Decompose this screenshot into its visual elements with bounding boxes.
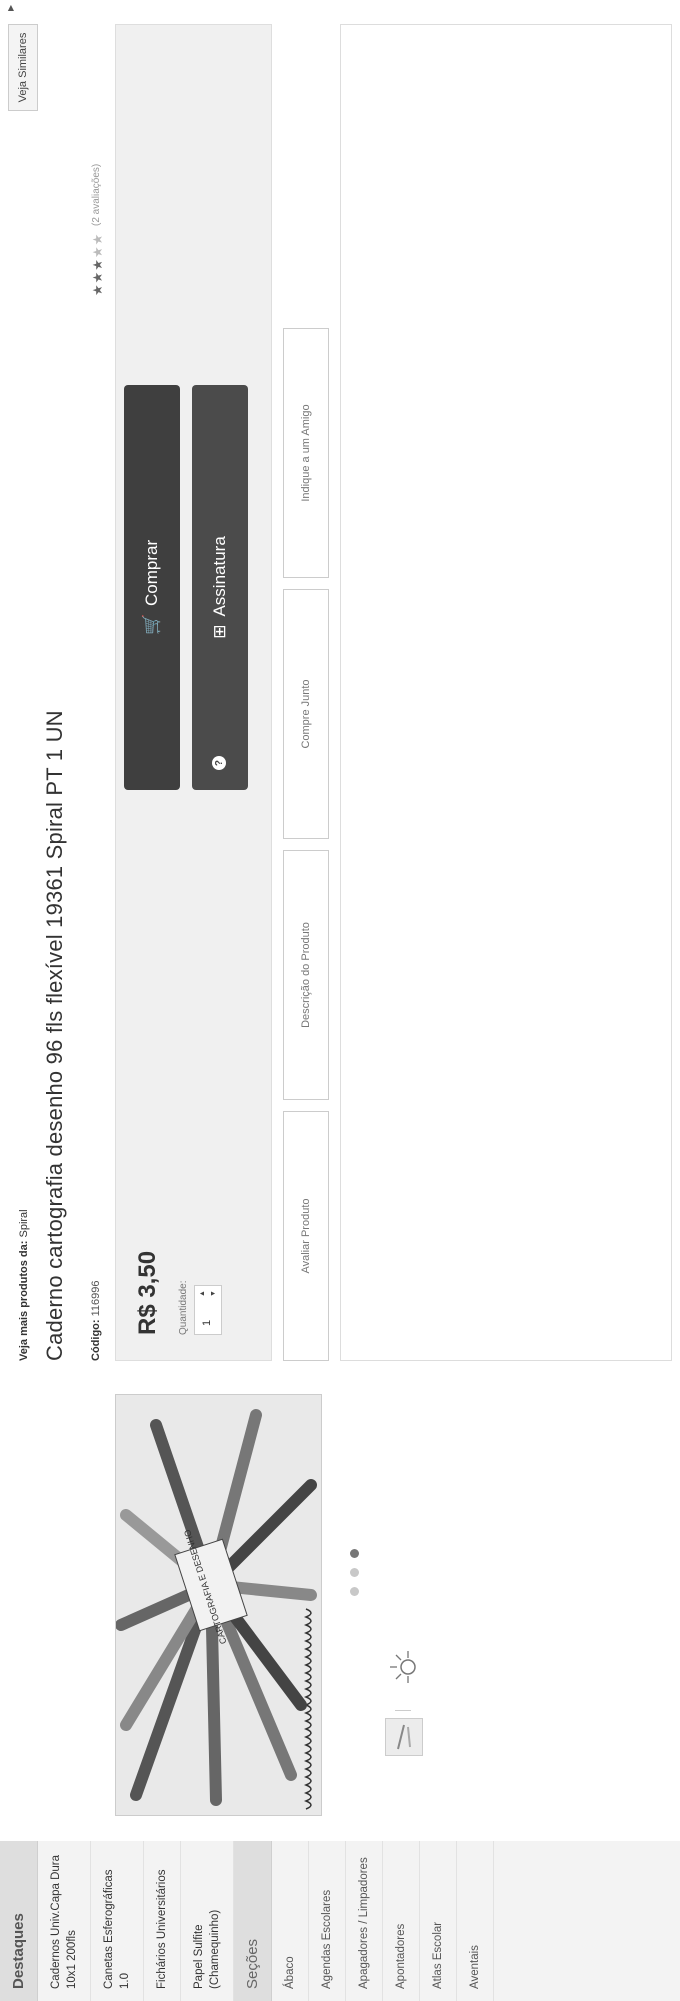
product-gallery: CARTOGRAFIA E DESENHO bbox=[0, 1394, 680, 1841]
sun-logo-icon bbox=[385, 1648, 423, 1686]
help-icon[interactable]: ? bbox=[212, 756, 226, 770]
cart-icon: 🛒 bbox=[142, 613, 161, 636]
quantity-value: 1 bbox=[201, 1319, 213, 1326]
price: R$ 3,50 bbox=[134, 1250, 161, 1335]
subscription-button[interactable]: ⊞ Assinatura bbox=[192, 385, 248, 790]
brand-prefix: Veja mais produtos da: bbox=[18, 1240, 30, 1361]
secao-item[interactable]: Aventais bbox=[457, 1841, 494, 2001]
thumbnail[interactable] bbox=[385, 1718, 423, 1756]
tab-descricao-produto[interactable]: Descrição do Produto bbox=[283, 850, 329, 1100]
brand-link[interactable]: Spiral bbox=[18, 1209, 30, 1237]
star-icon: ★ bbox=[90, 232, 105, 246]
star-icon: ★ bbox=[90, 270, 105, 284]
tab-avaliar-produto[interactable]: Avaliar Produto bbox=[283, 1111, 329, 1361]
quantity-stepper[interactable]: 1 ▲ ▼ bbox=[194, 1285, 222, 1335]
star-icon: ★ bbox=[90, 283, 105, 296]
code-value: 116996 bbox=[90, 1280, 102, 1317]
secao-item[interactable]: Apagadores / Limpadores bbox=[346, 1841, 383, 2001]
gallery-dot[interactable] bbox=[350, 1587, 359, 1596]
scroll-arrow-icon[interactable]: ▶ bbox=[6, 5, 15, 11]
gallery-dot-active[interactable] bbox=[350, 1549, 359, 1558]
brand-line: Veja mais produtos da: Spiral bbox=[18, 1209, 30, 1361]
similar-button[interactable]: Veja Similares bbox=[8, 24, 38, 111]
product-code: Código: 116996 bbox=[90, 1281, 102, 1362]
buy-button[interactable]: 🛒 Comprar bbox=[124, 385, 180, 790]
gallery-dots bbox=[350, 1549, 359, 1596]
buy-button-label: Comprar bbox=[142, 539, 161, 606]
notebook-cover-illustration: CARTOGRAFIA E DESENHO bbox=[115, 1395, 321, 1815]
thumbnail-separator bbox=[395, 1710, 411, 1711]
secao-item[interactable]: Agendas Escolares bbox=[309, 1841, 346, 2001]
tab-panel bbox=[340, 24, 672, 1361]
secoes-heading: Seções bbox=[234, 1841, 272, 2001]
tab-compre-junto[interactable]: Compre Junto bbox=[283, 589, 329, 839]
product-image[interactable]: CARTOGRAFIA E DESENHO bbox=[115, 1394, 322, 1816]
plus-box-icon: ⊞ bbox=[210, 624, 229, 639]
thumbnail-image bbox=[397, 1724, 411, 1750]
subscription-button-label: Assinatura bbox=[210, 536, 229, 617]
sidebar: Destaques Cadernos Univ.Capa Dura 10x1 2… bbox=[0, 1840, 680, 2001]
gallery-dot[interactable] bbox=[350, 1568, 359, 1577]
secao-item[interactable]: Apontadores bbox=[383, 1841, 420, 2001]
buy-box: R$ 3,50 Quantidade: 1 ▲ ▼ 🛒 Comprar ⊞ As… bbox=[115, 24, 272, 1361]
product-title: Caderno cartografia desenho 96 fls flexí… bbox=[42, 710, 67, 1361]
product-tabs: Avaliar Produto Descrição do Produto Com… bbox=[283, 328, 329, 1361]
destaque-item[interactable]: Canetas Esferográficas 1.0 bbox=[91, 1841, 144, 2001]
reviews-count[interactable]: (2 avaliações) bbox=[91, 164, 102, 226]
destaques-heading: Destaques bbox=[0, 1841, 38, 2001]
destaque-item[interactable]: Cadernos Univ.Capa Dura 10x1 200fls bbox=[38, 1841, 91, 2001]
tab-indique-amigo[interactable]: Indique a um Amigo bbox=[283, 328, 329, 578]
rating-stars[interactable]: ★★★★★ bbox=[90, 233, 106, 296]
secao-item[interactable]: Atlas Escolar bbox=[420, 1841, 457, 2001]
destaque-item[interactable]: Papel Sulfite (Chamequinho) bbox=[181, 1841, 234, 2001]
increment-icon[interactable]: ▲ bbox=[199, 1290, 206, 1297]
decrement-icon[interactable]: ▼ bbox=[210, 1290, 217, 1297]
star-icon: ★ bbox=[90, 258, 105, 271]
secao-item[interactable]: Ábaco bbox=[272, 1841, 309, 2001]
destaque-item[interactable]: Fichários Universitários bbox=[144, 1841, 181, 2001]
star-icon: ★ bbox=[90, 245, 105, 259]
page: Destaques Cadernos Univ.Capa Dura 10x1 2… bbox=[0, 0, 680, 2001]
code-label: Código: bbox=[90, 1319, 102, 1361]
product-info: Veja mais produtos da: Spiral Caderno ca… bbox=[0, 0, 680, 1386]
quantity-label: Quantidade: bbox=[178, 1280, 189, 1336]
